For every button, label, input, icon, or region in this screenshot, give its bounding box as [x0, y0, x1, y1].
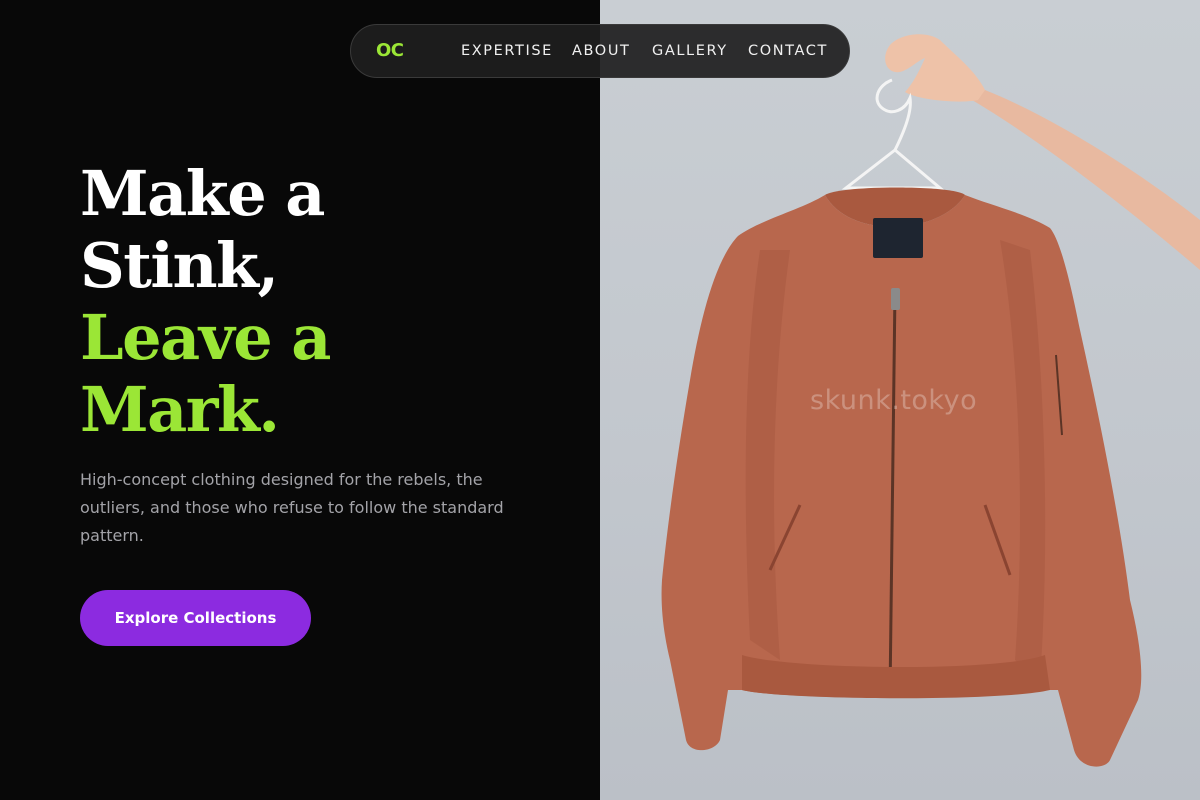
hanger-bar: [841, 148, 945, 190]
headline-line-2: Stink,: [80, 229, 279, 302]
headline-line-3: Leave a: [80, 301, 331, 374]
nav-link-gallery[interactable]: GALLERY: [652, 43, 728, 59]
explore-collections-button[interactable]: Explore Collections: [80, 590, 311, 646]
hand: [885, 34, 985, 102]
nav-link-expertise[interactable]: EXPERTISE: [461, 43, 553, 59]
headline-line-4: Mark.: [80, 373, 280, 446]
watermark-text: skunk.tokyo: [810, 385, 978, 416]
top-navbar: OC EXPERTISE ABOUT GALLERY CONTACT: [350, 24, 850, 78]
brand-logo[interactable]: OC: [376, 40, 404, 61]
zipper-pull: [891, 288, 900, 310]
hero-subtitle: High-concept clothing designed for the r…: [80, 470, 504, 545]
headline-line-1: Make a: [80, 157, 325, 230]
nav-link-about[interactable]: ABOUT: [572, 43, 631, 59]
hanger-hook: [875, 78, 912, 151]
nav-link-contact[interactable]: CONTACT: [748, 43, 828, 59]
jacket-label: [873, 218, 923, 258]
hero-headline: Make a Stink, Leave a Mark.: [80, 157, 331, 446]
